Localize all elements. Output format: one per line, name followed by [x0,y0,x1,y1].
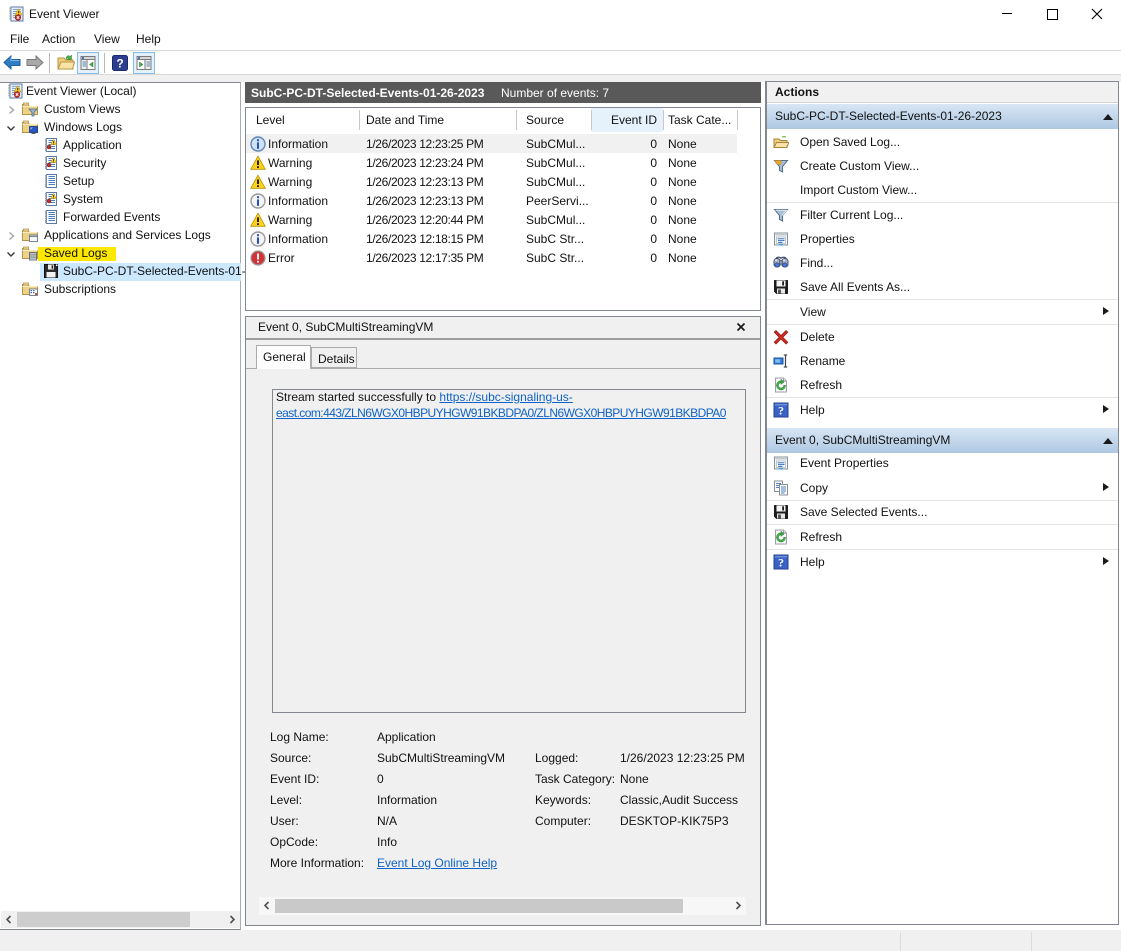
svg-text:?: ? [116,57,123,71]
